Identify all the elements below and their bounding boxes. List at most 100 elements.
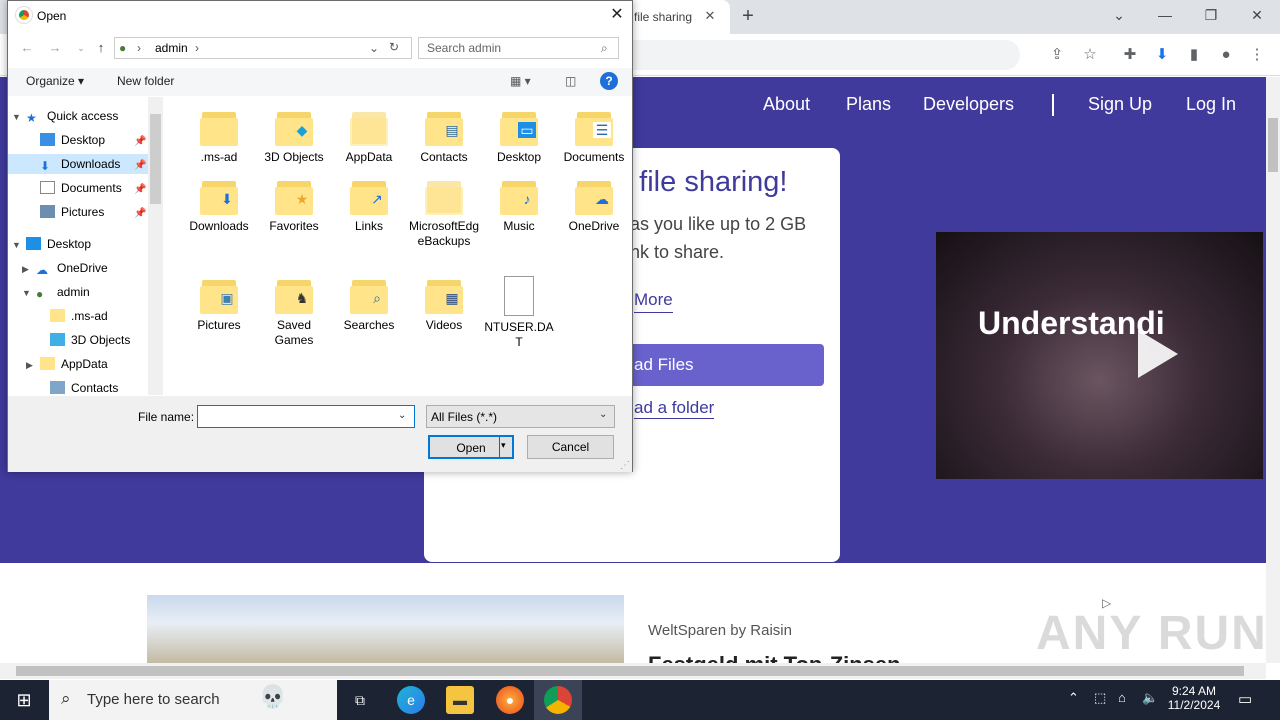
address-dropdown-icon[interactable]: ⌄ <box>369 41 379 55</box>
dialog-address-bar[interactable]: ● › admin › ⌄ ↻ <box>114 37 412 59</box>
file-item[interactable]: ⌕ Searches <box>333 276 405 333</box>
tree-item-admin[interactable]: ▼ ● admin <box>22 282 90 302</box>
expand-chevron-icon[interactable]: ▶ <box>22 259 34 279</box>
edge-icon[interactable]: e <box>397 686 425 714</box>
file-item[interactable]: ▤ Contacts <box>408 108 480 165</box>
up-icon[interactable]: ↑ <box>92 39 110 57</box>
organize-button[interactable]: Organize ▾ <box>26 74 84 88</box>
taskbar-search-input[interactable]: ⌕ Type here to search 💀 <box>49 680 337 720</box>
volume-icon[interactable]: 🔈 <box>1142 690 1158 706</box>
profile-avatar-icon[interactable]: ● <box>1215 44 1237 66</box>
back-icon[interactable]: ← <box>18 39 36 57</box>
promo-video[interactable] <box>936 232 1263 479</box>
wifi-icon[interactable]: ⌂ <box>1118 690 1126 705</box>
file-type-dropdown-icon[interactable]: ⌄ <box>599 409 607 420</box>
task-view-icon[interactable]: ⧉ <box>346 686 374 714</box>
breadcrumb-admin[interactable]: admin <box>155 41 188 55</box>
cancel-button[interactable]: Cancel <box>527 435 614 459</box>
windows-start-icon[interactable]: ⊞ <box>0 680 48 720</box>
nav-plans[interactable]: Plans <box>846 94 891 115</box>
file-item[interactable]: .ms-ad <box>183 108 255 165</box>
file-item[interactable]: ♞ Saved Games <box>258 276 330 348</box>
address-bar[interactable] <box>600 40 1020 70</box>
nav-about[interactable]: About <box>763 94 810 115</box>
file-explorer-icon[interactable]: ▬ <box>446 686 474 714</box>
tree-item-onedrive[interactable]: ▶ ☁ OneDrive <box>22 258 108 278</box>
nav-developers[interactable]: Developers <box>923 94 1014 115</box>
upload-folder-link[interactable]: ad a folder <box>634 398 715 419</box>
file-item[interactable]: ⬇ Downloads <box>183 177 255 234</box>
file-item[interactable]: ☁ OneDrive <box>558 177 630 234</box>
expand-chevron-icon[interactable]: ▶ <box>26 355 38 375</box>
file-name-input[interactable] <box>197 405 415 428</box>
nav-log-in[interactable]: Log In <box>1186 94 1236 115</box>
file-name-dropdown-icon[interactable]: ⌄ <box>398 410 406 421</box>
file-type-select[interactable]: All Files (*.*) <box>426 405 615 428</box>
page-scroll-thumb[interactable] <box>1268 118 1278 172</box>
tree-item-quick-access[interactable]: ▼ ★ Quick access <box>12 106 118 126</box>
notification-icon[interactable]: ▭ <box>1238 690 1252 708</box>
extensions-icon[interactable]: ✚ <box>1119 44 1141 66</box>
collapse-chevron-icon[interactable]: ▼ <box>22 283 34 303</box>
play-icon[interactable] <box>1138 330 1178 378</box>
recent-dropdown-icon[interactable]: ⌄ <box>72 39 90 57</box>
tree-scroll-thumb[interactable] <box>150 114 161 204</box>
tray-overflow-icon[interactable]: ⌃ <box>1068 690 1079 706</box>
dialog-close-button[interactable]: ✕ <box>606 4 628 26</box>
minimize-button[interactable]: — <box>1142 0 1188 30</box>
ad-image[interactable] <box>147 595 624 665</box>
open-dropdown-icon[interactable]: ▾ <box>501 440 506 451</box>
menu-icon[interactable]: ⋮ <box>1246 44 1268 66</box>
collapse-chevron-icon[interactable]: ▼ <box>12 235 24 255</box>
file-item[interactable]: AppData <box>333 108 405 165</box>
file-item[interactable]: ♪ Music <box>483 177 555 234</box>
tree-item-contacts[interactable]: Contacts <box>36 378 118 398</box>
view-options-icon[interactable]: ▦ ▾ <box>510 74 531 88</box>
side-panel-icon[interactable]: ▮ <box>1183 44 1205 66</box>
bookmark-star-icon[interactable]: ☆ <box>1079 44 1101 66</box>
close-window-button[interactable]: ✕ <box>1234 0 1280 30</box>
file-item[interactable]: ▭ Desktop <box>483 108 555 165</box>
help-icon[interactable]: ? <box>600 72 618 90</box>
learn-more-link[interactable]: More <box>634 290 673 313</box>
network-icon[interactable]: ⬚ <box>1094 690 1106 706</box>
file-item[interactable]: ◆ 3D Objects <box>258 108 330 165</box>
preview-pane-icon[interactable]: ◫ <box>565 74 576 88</box>
upload-files-button[interactable]: ad Files <box>600 344 824 386</box>
tree-item-pictures[interactable]: Pictures <box>26 202 104 222</box>
tree-item-desktop-quick[interactable]: Desktop <box>26 130 105 150</box>
refresh-icon[interactable]: ↻ <box>389 40 399 54</box>
file-item[interactable]: NTUSER.DAT <box>483 276 555 350</box>
tree-item-ms-ad[interactable]: .ms-ad <box>36 306 108 326</box>
tree-item-downloads[interactable]: ⬇ Downloads <box>8 154 148 174</box>
tab-search-icon[interactable]: ⌄ <box>1096 0 1142 30</box>
file-item[interactable]: ↗ Links <box>333 177 405 234</box>
restore-button[interactable]: ❐ <box>1188 0 1234 30</box>
tree-item-appdata[interactable]: ▶ AppData <box>26 354 108 374</box>
file-item[interactable]: ☰ Documents <box>558 108 630 165</box>
resize-grip-icon[interactable]: ⋰ <box>620 460 630 471</box>
new-folder-button[interactable]: New folder <box>117 74 174 88</box>
download-icon[interactable]: ⬇ <box>1151 44 1173 66</box>
nav-sign-up[interactable]: Sign Up <box>1088 94 1152 115</box>
tab-close-icon[interactable]: ✕ <box>700 6 720 26</box>
tree-item-desktop[interactable]: ▼ Desktop <box>12 234 91 254</box>
star-icon: ★ <box>26 111 37 125</box>
clock[interactable]: 9:24 AM 11/2/2024 <box>1166 684 1222 712</box>
file-item[interactable]: ▦ Videos <box>408 276 480 333</box>
tree-item-3d-objects[interactable]: 3D Objects <box>36 330 130 350</box>
tree-item-documents[interactable]: Documents <box>26 178 122 198</box>
dialog-search-input[interactable]: Search admin ⌕ <box>418 37 619 59</box>
share-icon[interactable]: ⇪ <box>1046 44 1068 66</box>
forward-icon[interactable]: → <box>46 39 64 57</box>
collapse-chevron-icon[interactable]: ▼ <box>12 107 24 127</box>
file-item[interactable]: MicrosoftEdgeBackups <box>408 177 480 249</box>
file-item[interactable]: ★ Favorites <box>258 177 330 234</box>
breadcrumb-separator: › <box>195 41 200 55</box>
firefox-icon[interactable]: ● <box>496 686 524 714</box>
file-item[interactable]: ▣ Pictures <box>183 276 255 333</box>
chrome-icon[interactable] <box>544 686 572 714</box>
page-hscroll-thumb[interactable] <box>16 666 1244 676</box>
new-tab-button[interactable]: + <box>737 4 759 28</box>
user-icon: ● <box>119 41 127 55</box>
